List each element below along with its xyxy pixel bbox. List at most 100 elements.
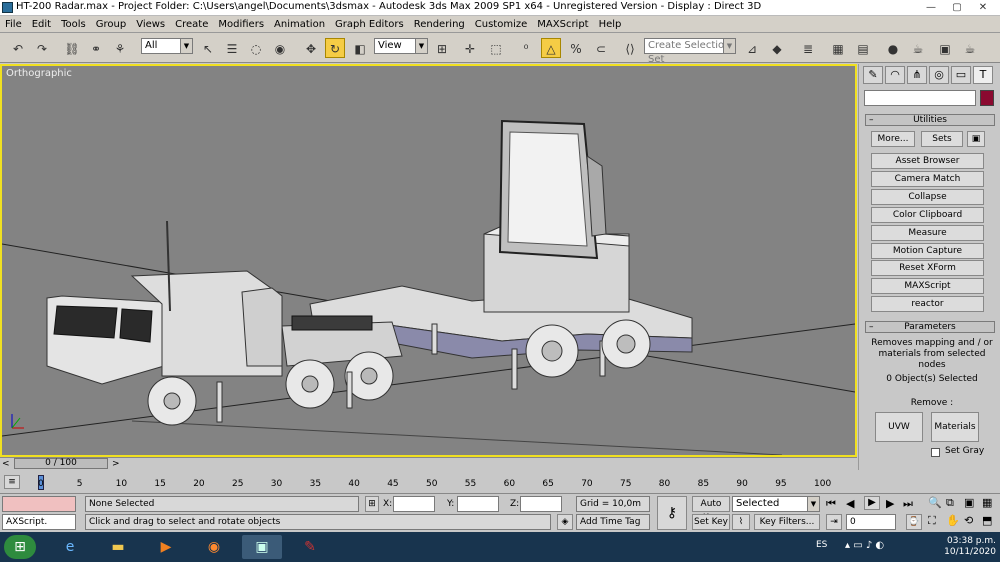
zoom-icon[interactable]: 🔍 — [928, 496, 942, 509]
close-button[interactable]: ✕ — [970, 0, 996, 15]
spinner-snap-icon[interactable]: ⊂ — [591, 38, 611, 58]
angle-snap-icon[interactable]: △ — [541, 38, 561, 58]
field-of-view-icon[interactable]: ⛶ — [928, 514, 936, 528]
z-coordinate-field[interactable] — [520, 496, 562, 512]
reference-coordinate-dropdown[interactable]: View ▼ — [374, 38, 428, 54]
time-tag-icon[interactable]: ◈ — [557, 514, 573, 530]
measure-button[interactable]: Measure — [871, 225, 984, 241]
language-indicator[interactable]: ES — [816, 540, 827, 550]
internet-explorer-icon[interactable]: e — [50, 535, 90, 559]
maxscript-button[interactable]: MAXScript — [871, 278, 984, 294]
track-bar-menu-icon[interactable]: ≡ — [4, 475, 20, 489]
reset-xform-button[interactable]: Reset XForm — [871, 260, 984, 276]
zoom-extents-icon[interactable]: ▣ — [964, 496, 974, 509]
file-explorer-icon[interactable]: ▬ — [98, 535, 138, 559]
next-frame-icon[interactable]: > — [112, 459, 120, 469]
next-key-icon[interactable]: ▶ — [886, 497, 894, 510]
layer-manager-icon[interactable]: ≣ — [798, 38, 818, 58]
utilities-rollout-header[interactable]: – Utilities — [865, 114, 995, 126]
rendered-frame-icon[interactable]: ▣ — [935, 38, 955, 58]
collapse-button[interactable]: Collapse — [871, 189, 984, 205]
set-key-button[interactable]: Set Key — [692, 514, 730, 530]
media-player-icon[interactable]: ▶ — [146, 535, 186, 559]
x-coordinate-field[interactable] — [393, 496, 435, 512]
time-slider[interactable]: 0 / 100 — [14, 458, 108, 469]
utilities-tab-icon[interactable]: T — [973, 66, 993, 84]
menu-create[interactable]: Create — [170, 16, 213, 33]
menu-group[interactable]: Group — [91, 16, 131, 33]
rotate-icon[interactable]: ↻ — [325, 38, 345, 58]
menu-edit[interactable]: Edit — [27, 16, 56, 33]
region-select-icon[interactable]: ◌ — [246, 38, 266, 58]
viewport-orthographic[interactable]: Orthographic — [0, 64, 857, 457]
motion-tab-icon[interactable]: ◎ — [929, 66, 949, 84]
color-swatch[interactable] — [980, 90, 994, 106]
key-filters-button[interactable]: Key Filters... — [754, 514, 820, 530]
named-selection-set-dropdown[interactable]: Create Selection Set ▼ — [644, 38, 736, 65]
sets-button[interactable]: Sets — [921, 131, 963, 147]
maxscript-listener-top[interactable] — [2, 496, 76, 512]
menu-animation[interactable]: Animation — [269, 16, 330, 33]
play-icon[interactable]: ▶ — [864, 496, 880, 510]
render-setup-icon[interactable]: ☕ — [908, 38, 928, 58]
go-to-start-icon[interactable]: ⏮ — [826, 497, 836, 511]
maximize-button[interactable]: ▢ — [944, 0, 970, 15]
viewport-label[interactable]: Orthographic — [6, 68, 72, 79]
menu-help[interactable]: Help — [594, 16, 627, 33]
quick-render-icon[interactable]: ☕ — [960, 38, 980, 58]
default-tangent-icon[interactable]: ⌇ — [732, 514, 750, 530]
firefox-icon[interactable]: ◉ — [194, 535, 234, 559]
time-configuration-icon[interactable]: ⌚ — [906, 514, 922, 530]
schematic-view-icon[interactable]: ▤ — [853, 38, 873, 58]
window-crossing-icon[interactable]: ◉ — [270, 38, 290, 58]
menu-customize[interactable]: Customize — [470, 16, 533, 33]
auto-key-button[interactable]: Auto Key — [692, 496, 730, 523]
move-icon[interactable]: ✥ — [301, 38, 321, 58]
display-tab-icon[interactable]: ▭ — [951, 66, 971, 84]
percent-snap-icon[interactable]: % — [566, 38, 586, 58]
go-to-end-icon[interactable]: ⏭ — [903, 497, 913, 511]
menu-maxscript[interactable]: MAXScript — [532, 16, 593, 33]
remove-uvw-button[interactable]: UVW — [875, 412, 923, 442]
mirror-icon[interactable]: ⊿ — [742, 38, 762, 58]
menu-graph-editors[interactable]: Graph Editors — [330, 16, 409, 33]
lock-selection-icon[interactable]: ⊞ — [365, 496, 379, 512]
link-icon[interactable]: ⛓ — [62, 38, 82, 58]
hierarchy-tab-icon[interactable]: ⋔ — [907, 66, 927, 84]
menu-file[interactable]: File — [0, 16, 27, 33]
camera-match-button[interactable]: Camera Match — [871, 171, 984, 187]
set-key-icon[interactable]: ⚷ — [657, 496, 687, 530]
zoom-all-icon[interactable]: ⧉ — [946, 496, 954, 510]
select-manipulate-icon[interactable]: ✛ — [460, 38, 480, 58]
unlink-icon[interactable]: ⚭ — [86, 38, 106, 58]
menu-modifiers[interactable]: Modifiers — [213, 16, 269, 33]
modify-tab-icon[interactable]: ◠ — [885, 66, 905, 84]
remove-materials-button[interactable]: Materials — [931, 412, 979, 442]
zoom-extents-all-icon[interactable]: ▦ — [982, 496, 992, 509]
paint-icon[interactable]: ✎ — [290, 535, 330, 559]
more-button[interactable]: More... — [871, 131, 915, 147]
prev-frame-icon[interactable]: < — [2, 459, 10, 469]
asset-browser-button[interactable]: Asset Browser — [871, 153, 984, 169]
align-icon[interactable]: ◆ — [767, 38, 787, 58]
start-button-icon[interactable]: ⊞ — [4, 535, 36, 559]
menu-tools[interactable]: Tools — [56, 16, 91, 33]
selection-filter-dropdown[interactable]: All ▼ — [141, 38, 193, 54]
parameters-rollout-header[interactable]: – Parameters — [865, 321, 995, 333]
redo-icon[interactable]: ↷ — [32, 38, 52, 58]
key-mode-dropdown[interactable]: Selected ▼ — [732, 496, 820, 512]
curve-editor-icon[interactable]: ▦ — [828, 38, 848, 58]
menu-rendering[interactable]: Rendering — [409, 16, 470, 33]
orbit-icon[interactable]: ⟲ — [964, 514, 973, 527]
key-mode-toggle-icon[interactable]: ⇥ — [826, 514, 842, 530]
configure-sets-icon[interactable]: ▣ — [967, 131, 985, 147]
pan-icon[interactable]: ✋ — [946, 514, 960, 527]
motion-capture-button[interactable]: Motion Capture — [871, 243, 984, 259]
pivot-center-icon[interactable]: ⊞ — [432, 38, 452, 58]
maxscript-mini-listener[interactable]: AXScript. — [2, 514, 76, 530]
create-tab-icon[interactable]: ✎ — [863, 66, 883, 84]
scale-icon[interactable]: ◧ — [350, 38, 370, 58]
minimize-button[interactable]: — — [918, 0, 944, 15]
object-name-field[interactable] — [864, 90, 976, 106]
y-coordinate-field[interactable] — [457, 496, 499, 512]
